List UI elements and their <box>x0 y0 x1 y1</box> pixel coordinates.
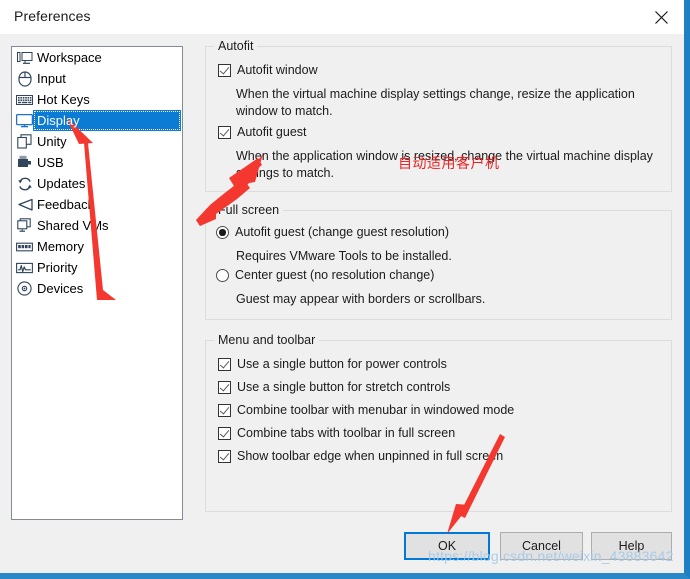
fullscreen-autofit-label: Autofit guest (change guest resolution) <box>235 225 450 239</box>
sidebar-item-label: Priority <box>37 259 78 275</box>
sidebar-item-unity[interactable]: Unity <box>12 131 182 152</box>
checkbox-icon[interactable] <box>218 427 231 440</box>
menu-option-label: Combine tabs with toolbar in full screen <box>237 426 456 440</box>
full-screen-group: Full screen Autofit guest (change guest … <box>205 203 672 320</box>
megaphone-icon <box>16 196 33 213</box>
help-button[interactable]: Help <box>591 532 672 560</box>
sidebar-item-label: USB <box>37 154 64 170</box>
radio-icon[interactable] <box>216 269 229 282</box>
sidebar-item-priority[interactable]: Priority <box>12 257 182 278</box>
fullscreen-autofit-radio-row[interactable]: Autofit guest (change guest resolution) <box>216 225 449 240</box>
refresh-icon <box>16 175 33 192</box>
fullscreen-center-label: Center guest (no resolution change) <box>235 268 435 282</box>
checkbox-icon[interactable] <box>218 450 231 463</box>
autofit-guest-checkbox-row[interactable]: Autofit guest <box>218 125 307 140</box>
keyboard-icon <box>16 91 33 108</box>
menu-option-label: Combine toolbar with menubar in windowed… <box>237 403 515 417</box>
ok-button-label: OK <box>437 539 457 553</box>
sidebar-item-shared-vms[interactable]: Shared VMs <box>12 215 182 236</box>
memory-icon <box>16 238 33 255</box>
autofit-window-label: Autofit window <box>237 63 318 77</box>
shared-vm-icon <box>16 217 33 234</box>
workspace-icon <box>16 49 33 66</box>
sidebar-item-label: Input <box>37 70 66 86</box>
sidebar-item-label: Display <box>37 112 80 128</box>
sidebar-item-label: Feedback <box>37 196 95 212</box>
menu-toolbar-group-title: Menu and toolbar <box>214 333 320 347</box>
checkbox-icon[interactable] <box>218 404 231 417</box>
sidebar-item-updates[interactable]: Updates <box>12 173 182 194</box>
checkbox-icon[interactable] <box>218 381 231 394</box>
checkbox-icon[interactable] <box>218 358 231 371</box>
menu-option-combine-tabs-toolbar[interactable]: Combine tabs with toolbar in full screen <box>218 426 455 441</box>
menu-option-power-controls[interactable]: Use a single button for power controls <box>218 357 447 372</box>
title-bar: Preferences <box>0 0 684 35</box>
sidebar-item-label: Devices <box>37 280 84 296</box>
sidebar-item-feedback[interactable]: Feedback <box>12 194 182 215</box>
dialog-body: Workspace Input Hot Keys Display Unity U… <box>0 34 684 573</box>
menu-option-label: Use a single button for stretch controls <box>237 380 451 394</box>
preferences-dialog: Preferences Workspace Input Hot Keys Dis… <box>0 0 690 579</box>
sidebar-item-hot-keys[interactable]: Hot Keys <box>12 89 182 110</box>
close-button[interactable] <box>638 0 684 34</box>
autofit-window-checkbox-row[interactable]: Autofit window <box>218 63 318 78</box>
menu-option-stretch-controls[interactable]: Use a single button for stretch controls <box>218 380 450 395</box>
autofit-guest-description: When the application window is resized, … <box>236 149 653 180</box>
ok-button[interactable]: OK <box>404 532 490 560</box>
sidebar-item-devices[interactable]: Devices <box>12 278 182 299</box>
menu-option-label: Use a single button for power controls <box>237 357 447 371</box>
autofit-window-description: When the virtual machine display setting… <box>236 87 635 118</box>
cancel-button[interactable]: Cancel <box>500 532 583 560</box>
page-title: Preferences <box>14 8 91 24</box>
settings-category-list[interactable]: Workspace Input Hot Keys Display Unity U… <box>11 46 183 520</box>
windows-stack-icon <box>16 133 33 150</box>
autofit-group-title: Autofit <box>214 39 258 53</box>
close-icon <box>654 10 669 25</box>
sidebar-item-label: Hot Keys <box>37 91 90 107</box>
sidebar-item-label: Workspace <box>37 49 102 65</box>
checkbox-icon[interactable] <box>218 126 231 139</box>
checkbox-icon[interactable] <box>218 64 231 77</box>
menu-option-combine-toolbar-menubar[interactable]: Combine toolbar with menubar in windowed… <box>218 403 514 418</box>
help-button-label: Help <box>618 539 645 553</box>
full-screen-group-title: Full screen <box>214 203 284 217</box>
fullscreen-center-description: Guest may appear with borders or scrollb… <box>236 292 486 306</box>
sidebar-item-input[interactable]: Input <box>12 68 182 89</box>
menu-option-label: Show toolbar edge when unpinned in full … <box>237 449 504 463</box>
sidebar-item-label: Unity <box>37 133 67 149</box>
sidebar-item-display[interactable]: Display <box>12 110 182 131</box>
sidebar-item-memory[interactable]: Memory <box>12 236 182 257</box>
sidebar-item-usb[interactable]: USB <box>12 152 182 173</box>
waveform-icon <box>16 259 33 276</box>
monitor-icon <box>16 112 33 129</box>
sidebar-item-label: Shared VMs <box>37 217 109 233</box>
radio-icon[interactable] <box>216 226 229 239</box>
fullscreen-center-radio-row[interactable]: Center guest (no resolution change) <box>216 268 434 283</box>
sidebar-item-label: Memory <box>37 238 84 254</box>
autofit-group: Autofit Autofit window When the virtual … <box>205 39 672 192</box>
mouse-icon <box>16 70 33 87</box>
menu-toolbar-group: Menu and toolbar Use a single button for… <box>205 333 672 512</box>
usb-icon <box>16 154 33 171</box>
sidebar-item-label: Updates <box>37 175 86 191</box>
cancel-button-label: Cancel <box>522 539 561 553</box>
menu-option-show-toolbar-edge[interactable]: Show toolbar edge when unpinned in full … <box>218 449 503 464</box>
sidebar-item-workspace[interactable]: Workspace <box>12 47 182 68</box>
disc-icon <box>16 280 33 297</box>
fullscreen-autofit-description: Requires VMware Tools to be installed. <box>236 249 452 263</box>
autofit-guest-label: Autofit guest <box>237 125 307 139</box>
